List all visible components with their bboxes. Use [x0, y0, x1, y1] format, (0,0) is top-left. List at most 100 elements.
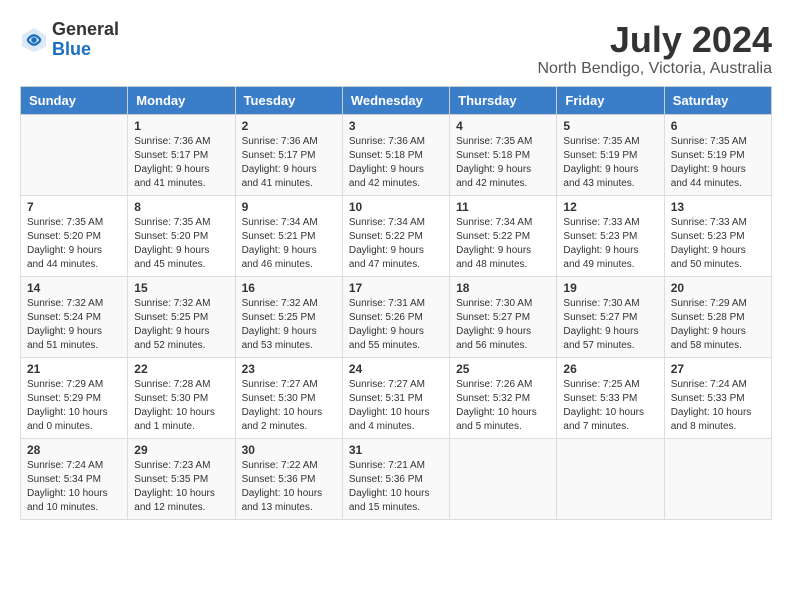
day-number: 15 [134, 281, 228, 295]
calendar-week-row: 21 Sunrise: 7:29 AM Sunset: 5:29 PM Dayli… [21, 357, 772, 438]
calendar-cell [664, 438, 771, 519]
day-info: Sunrise: 7:28 AM Sunset: 5:30 PM Dayligh… [134, 378, 228, 434]
calendar-cell: 8 Sunrise: 7:35 AM Sunset: 5:20 PM Daylig… [128, 195, 235, 276]
calendar-cell: 21 Sunrise: 7:29 AM Sunset: 5:29 PM Dayli… [21, 357, 128, 438]
location-subtitle: North Bendigo, Victoria, Australia [538, 60, 773, 78]
day-number: 28 [27, 443, 121, 457]
day-info: Sunrise: 7:33 AM Sunset: 5:23 PM Dayligh… [671, 216, 765, 272]
day-info: Sunrise: 7:29 AM Sunset: 5:29 PM Dayligh… [27, 378, 121, 434]
page-header: General Blue July 2024 North Bendigo, Vi… [20, 20, 772, 78]
calendar-cell: 25 Sunrise: 7:26 AM Sunset: 5:32 PM Dayli… [450, 357, 557, 438]
day-info: Sunrise: 7:31 AM Sunset: 5:26 PM Dayligh… [349, 297, 443, 353]
calendar-cell: 23Sunrise: 7:27 AM Sunset: 5:30 PM Dayli… [235, 357, 342, 438]
day-number: 7 [27, 200, 121, 214]
calendar-cell: 26 Sunrise: 7:25 AM Sunset: 5:33 PM Dayli… [557, 357, 664, 438]
day-number: 26 [563, 362, 657, 376]
day-number: 14 [27, 281, 121, 295]
calendar-cell: 2Sunrise: 7:36 AM Sunset: 5:17 PM Daylig… [235, 114, 342, 195]
day-number: 31 [349, 443, 443, 457]
day-info: Sunrise: 7:25 AM Sunset: 5:33 PM Dayligh… [563, 378, 657, 434]
day-header-tuesday: Tuesday [235, 86, 342, 114]
day-number: 11 [456, 200, 550, 214]
calendar-cell: 24 Sunrise: 7:27 AM Sunset: 5:31 PM Dayli… [342, 357, 449, 438]
day-number: 13 [671, 200, 765, 214]
day-info: Sunrise: 7:26 AM Sunset: 5:32 PM Dayligh… [456, 378, 550, 434]
day-number: 8 [134, 200, 228, 214]
day-info: Sunrise: 7:30 AM Sunset: 5:27 PM Dayligh… [456, 297, 550, 353]
day-number: 27 [671, 362, 765, 376]
day-number: 21 [27, 362, 121, 376]
calendar-cell: 14 Sunrise: 7:32 AM Sunset: 5:24 PM Dayli… [21, 276, 128, 357]
day-number: 30 [242, 443, 336, 457]
calendar-week-row: 14 Sunrise: 7:32 AM Sunset: 5:24 PM Dayli… [21, 276, 772, 357]
calendar-cell: 9Sunrise: 7:34 AM Sunset: 5:21 PM Daylig… [235, 195, 342, 276]
calendar-table: SundayMondayTuesdayWednesdayThursdayFrid… [20, 86, 772, 520]
day-info: Sunrise: 7:29 AM Sunset: 5:28 PM Dayligh… [671, 297, 765, 353]
calendar-cell: 30Sunrise: 7:22 AM Sunset: 5:36 PM Dayli… [235, 438, 342, 519]
day-info: Sunrise: 7:35 AM Sunset: 5:18 PM Dayligh… [456, 135, 550, 191]
calendar-week-row: 1 Sunrise: 7:36 AM Sunset: 5:17 PM Daylig… [21, 114, 772, 195]
day-number: 2 [242, 119, 336, 133]
day-header-friday: Friday [557, 86, 664, 114]
day-header-wednesday: Wednesday [342, 86, 449, 114]
day-header-sunday: Sunday [21, 86, 128, 114]
calendar-cell: 17 Sunrise: 7:31 AM Sunset: 5:26 PM Dayli… [342, 276, 449, 357]
calendar-cell: 12Sunrise: 7:33 AM Sunset: 5:23 PM Dayli… [557, 195, 664, 276]
day-info: Sunrise: 7:35 AM Sunset: 5:20 PM Dayligh… [134, 216, 228, 272]
day-info: Sunrise: 7:24 AM Sunset: 5:34 PM Dayligh… [27, 459, 121, 515]
calendar-cell: 1 Sunrise: 7:36 AM Sunset: 5:17 PM Daylig… [128, 114, 235, 195]
calendar-cell: 16 Sunrise: 7:32 AM Sunset: 5:25 PM Dayli… [235, 276, 342, 357]
calendar-cell: 7 Sunrise: 7:35 AM Sunset: 5:20 PM Daylig… [21, 195, 128, 276]
day-number: 5 [563, 119, 657, 133]
calendar-cell: 19 Sunrise: 7:30 AM Sunset: 5:27 PM Dayli… [557, 276, 664, 357]
day-number: 20 [671, 281, 765, 295]
day-number: 19 [563, 281, 657, 295]
calendar-cell [21, 114, 128, 195]
day-info: Sunrise: 7:34 AM Sunset: 5:22 PM Dayligh… [349, 216, 443, 272]
day-info: Sunrise: 7:30 AM Sunset: 5:27 PM Dayligh… [563, 297, 657, 353]
day-info: Sunrise: 7:36 AM Sunset: 5:17 PM Dayligh… [134, 135, 228, 191]
day-number: 24 [349, 362, 443, 376]
day-number: 12 [563, 200, 657, 214]
day-number: 10 [349, 200, 443, 214]
calendar-cell: 29Sunrise: 7:23 AM Sunset: 5:35 PM Dayli… [128, 438, 235, 519]
title-block: July 2024 North Bendigo, Victoria, Austr… [538, 20, 773, 78]
calendar-cell: 22 Sunrise: 7:28 AM Sunset: 5:30 PM Dayli… [128, 357, 235, 438]
logo-icon [20, 26, 48, 54]
day-info: Sunrise: 7:35 AM Sunset: 5:20 PM Dayligh… [27, 216, 121, 272]
logo-general: General [52, 19, 119, 39]
day-number: 16 [242, 281, 336, 295]
calendar-week-row: 28 Sunrise: 7:24 AM Sunset: 5:34 PM Dayli… [21, 438, 772, 519]
calendar-header-row: SundayMondayTuesdayWednesdayThursdayFrid… [21, 86, 772, 114]
day-number: 25 [456, 362, 550, 376]
calendar-cell: 31 Sunrise: 7:21 AM Sunset: 5:36 PM Dayli… [342, 438, 449, 519]
day-number: 1 [134, 119, 228, 133]
day-header-thursday: Thursday [450, 86, 557, 114]
calendar-cell: 11 Sunrise: 7:34 AM Sunset: 5:22 PM Dayli… [450, 195, 557, 276]
calendar-cell: 5 Sunrise: 7:35 AM Sunset: 5:19 PM Daylig… [557, 114, 664, 195]
calendar-cell: 18 Sunrise: 7:30 AM Sunset: 5:27 PM Dayli… [450, 276, 557, 357]
day-info: Sunrise: 7:27 AM Sunset: 5:31 PM Dayligh… [349, 378, 443, 434]
day-info: Sunrise: 7:32 AM Sunset: 5:24 PM Dayligh… [27, 297, 121, 353]
calendar-cell [450, 438, 557, 519]
logo-text: General Blue [52, 20, 119, 60]
logo-blue: Blue [52, 39, 91, 59]
day-info: Sunrise: 7:34 AM Sunset: 5:21 PM Dayligh… [242, 216, 336, 272]
day-info: Sunrise: 7:23 AM Sunset: 5:35 PM Dayligh… [134, 459, 228, 515]
calendar-cell: 10 Sunrise: 7:34 AM Sunset: 5:22 PM Dayli… [342, 195, 449, 276]
day-info: Sunrise: 7:35 AM Sunset: 5:19 PM Dayligh… [563, 135, 657, 191]
day-info: Sunrise: 7:32 AM Sunset: 5:25 PM Dayligh… [242, 297, 336, 353]
day-number: 17 [349, 281, 443, 295]
day-info: Sunrise: 7:21 AM Sunset: 5:36 PM Dayligh… [349, 459, 443, 515]
calendar-cell: 13 Sunrise: 7:33 AM Sunset: 5:23 PM Dayli… [664, 195, 771, 276]
calendar-week-row: 7 Sunrise: 7:35 AM Sunset: 5:20 PM Daylig… [21, 195, 772, 276]
day-info: Sunrise: 7:24 AM Sunset: 5:33 PM Dayligh… [671, 378, 765, 434]
day-info: Sunrise: 7:34 AM Sunset: 5:22 PM Dayligh… [456, 216, 550, 272]
day-info: Sunrise: 7:36 AM Sunset: 5:18 PM Dayligh… [349, 135, 443, 191]
calendar-cell: 28 Sunrise: 7:24 AM Sunset: 5:34 PM Dayli… [21, 438, 128, 519]
day-number: 22 [134, 362, 228, 376]
day-info: Sunrise: 7:27 AM Sunset: 5:30 PM Dayligh… [242, 378, 336, 434]
day-info: Sunrise: 7:35 AM Sunset: 5:19 PM Dayligh… [671, 135, 765, 191]
day-number: 18 [456, 281, 550, 295]
calendar-cell: 15Sunrise: 7:32 AM Sunset: 5:25 PM Dayli… [128, 276, 235, 357]
